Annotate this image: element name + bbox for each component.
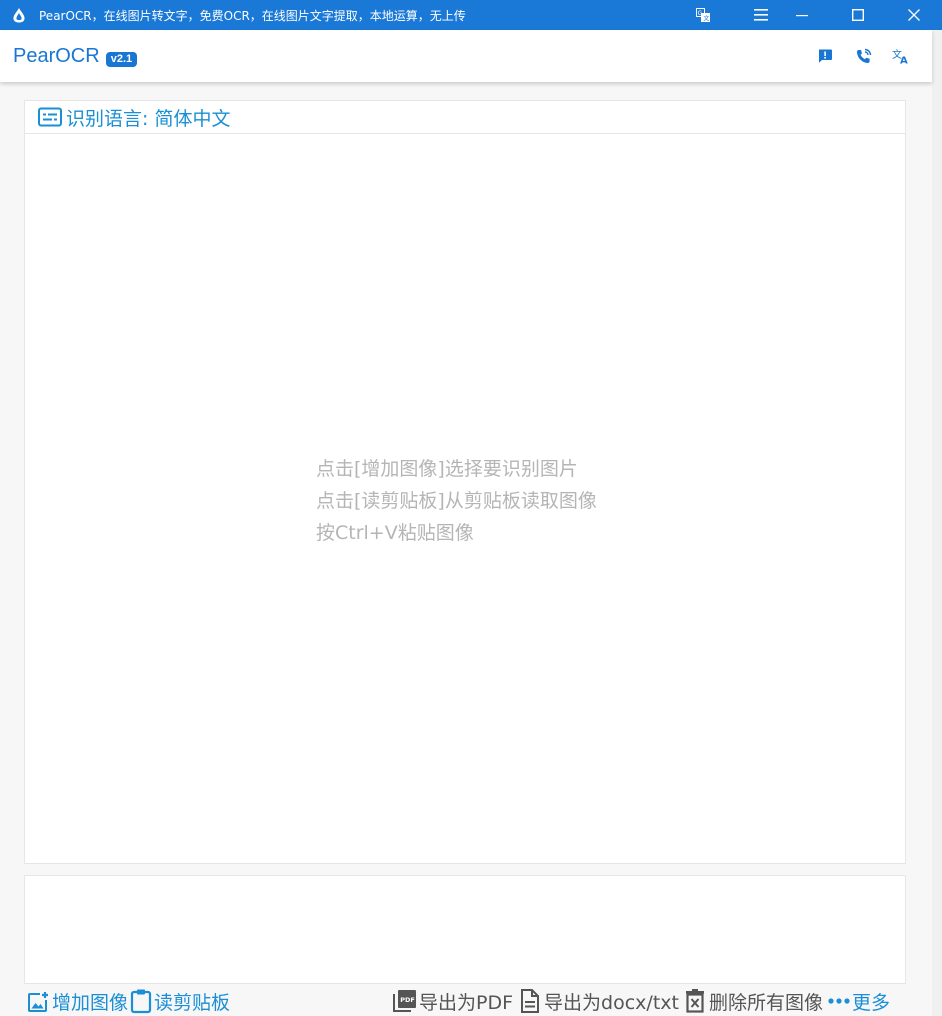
result-text-panel[interactable] [24, 875, 906, 984]
instructions: 点击[增加图像]选择要识别图片 点击[读剪贴板]从剪贴板读取图像 按Ctrl+V… [316, 453, 597, 549]
image-panel[interactable]: 识别语言: 简体中文 点击[增加图像]选择要识别图片 点击[读剪贴板]从剪贴板读… [24, 100, 906, 864]
clipboard-icon [128, 988, 154, 1014]
brand-name: PearOCR [13, 44, 100, 67]
add-photo-icon [26, 988, 52, 1014]
export-pdf-button[interactable]: PDF 导出为PDF [392, 988, 513, 1015]
svg-text:文: 文 [703, 14, 709, 22]
delete-all-label: 删除所有图像 [708, 991, 823, 1014]
add-image-button[interactable]: 增加图像 [26, 988, 128, 1015]
pear-app-icon [4, 0, 34, 30]
translate-icon[interactable]: 文 A [890, 45, 912, 67]
export-pdf-label: 导出为PDF [419, 991, 514, 1014]
toolbar-left: 增加图像 读剪贴板 [26, 986, 230, 1016]
window-translate-icon[interactable]: G 文 [688, 0, 718, 30]
version-badge: v2.1 [105, 51, 138, 67]
language-label: 识别语言: 简体中文 [66, 107, 231, 130]
more-dots-icon [826, 988, 852, 1014]
contact-phone-icon[interactable] [852, 45, 874, 67]
hint-paste: 按Ctrl+V粘贴图像 [316, 522, 474, 544]
maximize-button[interactable] [830, 0, 886, 30]
svg-text:PDF: PDF [400, 996, 415, 1004]
pdf-icon: PDF [392, 988, 418, 1014]
read-clipboard-button[interactable]: 读剪贴板 [128, 988, 230, 1015]
subtitles-icon [38, 106, 64, 128]
more-button[interactable]: 更多 [826, 988, 890, 1015]
read-clipboard-label: 读剪贴板 [154, 991, 231, 1014]
document-icon [517, 988, 543, 1014]
window-menu-icon[interactable] [746, 0, 776, 30]
svg-text:A: A [900, 56, 908, 65]
hint-add-image: 点击[增加图像]选择要识别图片 [316, 458, 578, 480]
language-selector[interactable]: 识别语言: 简体中文 [25, 101, 905, 134]
more-label: 更多 [851, 991, 890, 1014]
close-button[interactable] [886, 0, 942, 30]
add-image-label: 增加图像 [52, 991, 129, 1014]
window-titlebar: PearOCR，在线图片转文字，免费OCR，在线图片文字提取，本地运算，无上传 … [0, 0, 942, 30]
svg-text:G: G [698, 10, 703, 17]
hint-read-clipboard: 点击[读剪贴板]从剪贴板读取图像 [316, 490, 597, 512]
toolbar-right: PDF 导出为PDF 导出为docx/txt 删除所有图像 更多 [392, 986, 890, 1016]
delete-icon [682, 988, 708, 1014]
delete-all-button[interactable]: 删除所有图像 [682, 988, 823, 1015]
brand: PearOCR v2.1 [13, 44, 138, 68]
export-docx-button[interactable]: 导出为docx/txt [517, 988, 679, 1015]
window-title: PearOCR，在线图片转文字，免费OCR，在线图片文字提取，本地运算，无上传 [39, 8, 466, 23]
app-header: PearOCR v2.1 文 A [0, 30, 932, 82]
scrollbar-track[interactable] [932, 30, 942, 1016]
export-docx-label: 导出为docx/txt [544, 991, 679, 1014]
feedback-icon[interactable] [814, 45, 836, 67]
minimize-button[interactable] [774, 0, 830, 30]
header-actions: 文 A [814, 30, 912, 82]
